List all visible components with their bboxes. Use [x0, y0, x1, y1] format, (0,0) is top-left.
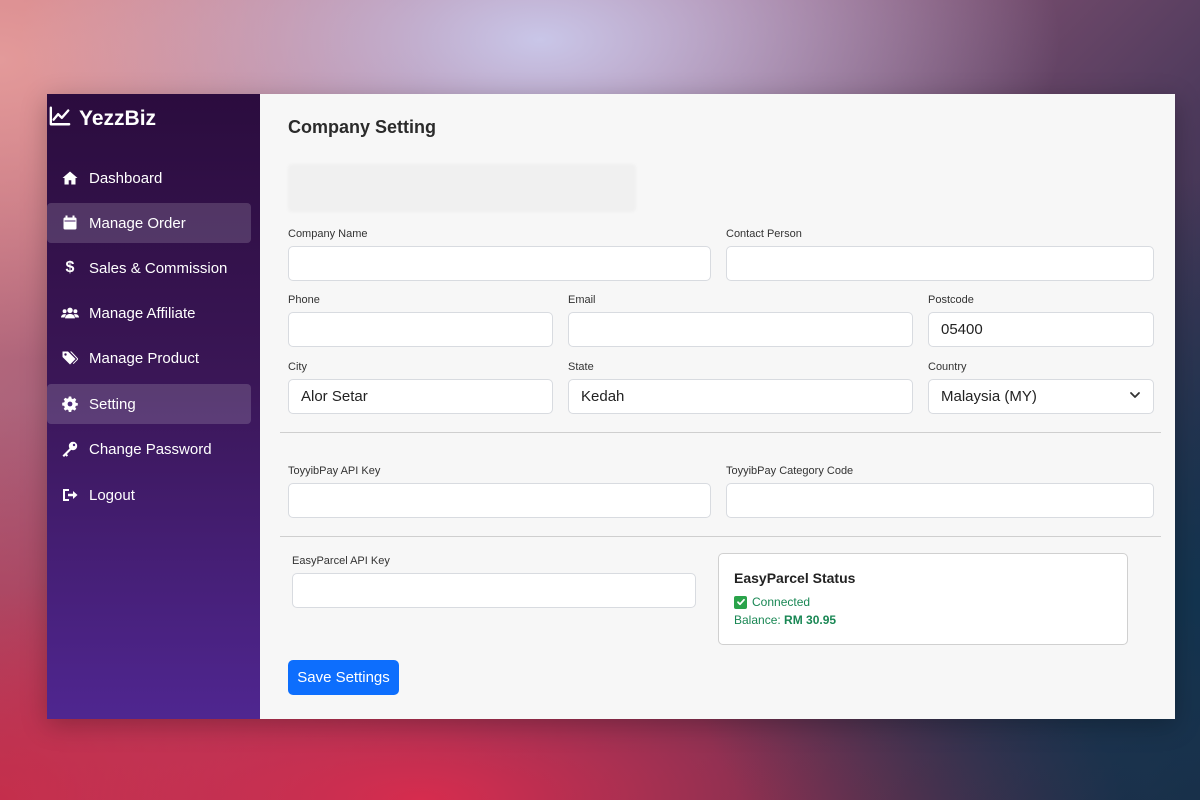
contact-person-field: Contact Person — [726, 228, 1154, 281]
connection-status: Connected — [734, 595, 1112, 609]
redacted-block — [288, 164, 636, 212]
page-title: Company Setting — [288, 117, 437, 137]
sidebar-item-change-password[interactable]: Change Password — [47, 429, 251, 469]
sidebar-item-label: Logout — [89, 486, 135, 504]
country-label: Country — [928, 361, 967, 373]
postcode-label: Postcode — [928, 294, 974, 306]
postcode-input[interactable]: 05400 — [928, 312, 1154, 347]
sidebar-item-sales-commission[interactable]: $ Sales & Commission — [47, 248, 251, 288]
save-settings-button[interactable]: Save Settings — [288, 660, 399, 695]
phone-field: Phone — [288, 294, 553, 347]
company-name-field: Company Name — [288, 228, 711, 281]
brand-name: YezzBiz — [79, 107, 157, 130]
gear-icon — [61, 396, 79, 412]
dollar-icon: $ — [65, 259, 75, 276]
tags-icon — [61, 350, 79, 366]
easyparcel-api-key-field: EasyParcel API Key — [292, 555, 696, 608]
section-divider — [280, 432, 1161, 433]
key-icon — [61, 441, 79, 457]
toyyibpay-category-code-label: ToyyibPay Category Code — [726, 465, 854, 477]
email-input[interactable] — [568, 312, 913, 347]
sidebar-item-manage-order[interactable]: Manage Order — [47, 203, 251, 243]
balance-line: Balance: RM 30.95 — [734, 613, 1112, 627]
check-icon — [734, 595, 747, 609]
app-window: YezzBiz Dashboard Manage Order $ Sales &… — [47, 94, 1175, 719]
country-field: Country Malaysia (MY) — [928, 361, 1154, 414]
company-name-label: Company Name — [288, 228, 368, 240]
logout-icon — [61, 487, 79, 503]
main-content: Company Setting Company Name Contact Per… — [260, 94, 1175, 719]
sidebar-item-label: Manage Affiliate — [89, 304, 196, 322]
sidebar-item-dashboard[interactable]: Dashboard — [47, 158, 251, 198]
connection-status-text: Connected — [752, 595, 811, 609]
sidebar-item-label: Manage Order — [89, 214, 186, 232]
company-name-input[interactable] — [288, 246, 711, 281]
chevron-down-icon — [1129, 388, 1141, 405]
easyparcel-status-card: EasyParcel Status Connected Balance: RM … — [718, 553, 1128, 645]
phone-input[interactable] — [288, 312, 553, 347]
country-value: Malaysia (MY) — [941, 388, 1037, 405]
brand-logo[interactable]: YezzBiz — [49, 105, 156, 133]
city-input[interactable]: Alor Setar — [288, 379, 553, 414]
contact-person-label: Contact Person — [726, 228, 802, 240]
state-field: State Kedah — [568, 361, 913, 414]
sidebar-item-label: Sales & Commission — [89, 259, 228, 277]
sidebar-item-manage-product[interactable]: Manage Product — [47, 338, 251, 378]
email-field: Email — [568, 294, 913, 347]
toyyibpay-api-key-label: ToyyibPay API Key — [288, 465, 381, 477]
easyparcel-status-title: EasyParcel Status — [734, 570, 856, 586]
phone-label: Phone — [288, 294, 320, 306]
state-label: State — [568, 361, 594, 373]
city-field: City Alor Setar — [288, 361, 553, 414]
easyparcel-api-key-input[interactable] — [292, 573, 696, 608]
calendar-icon — [61, 215, 79, 231]
toyyibpay-category-code-field: ToyyibPay Category Code — [726, 465, 1154, 518]
toyyibpay-api-key-input[interactable] — [288, 483, 711, 518]
users-icon — [61, 305, 79, 321]
email-label: Email — [568, 294, 596, 306]
home-icon — [61, 170, 79, 186]
country-select[interactable]: Malaysia (MY) — [928, 379, 1154, 414]
sidebar-item-label: Change Password — [89, 440, 212, 458]
sidebar-item-manage-affiliate[interactable]: Manage Affiliate — [47, 293, 251, 333]
sidebar-item-setting[interactable]: Setting — [47, 384, 251, 424]
city-label: City — [288, 361, 307, 373]
state-input[interactable]: Kedah — [568, 379, 913, 414]
sidebar-item-logout[interactable]: Logout — [47, 475, 251, 515]
sidebar: YezzBiz Dashboard Manage Order $ Sales &… — [47, 94, 260, 719]
balance-label: Balance: — [734, 613, 781, 627]
chart-line-icon — [49, 105, 71, 133]
easyparcel-api-key-label: EasyParcel API Key — [292, 555, 390, 567]
contact-person-input[interactable] — [726, 246, 1154, 281]
section-divider — [280, 536, 1161, 537]
toyyibpay-api-key-field: ToyyibPay API Key — [288, 465, 711, 518]
balance-value: RM 30.95 — [784, 613, 837, 627]
sidebar-item-label: Dashboard — [89, 169, 163, 187]
postcode-field: Postcode 05400 — [928, 294, 1154, 347]
sidebar-item-label: Setting — [89, 395, 136, 413]
sidebar-item-label: Manage Product — [89, 349, 200, 367]
toyyibpay-category-code-input[interactable] — [726, 483, 1154, 518]
